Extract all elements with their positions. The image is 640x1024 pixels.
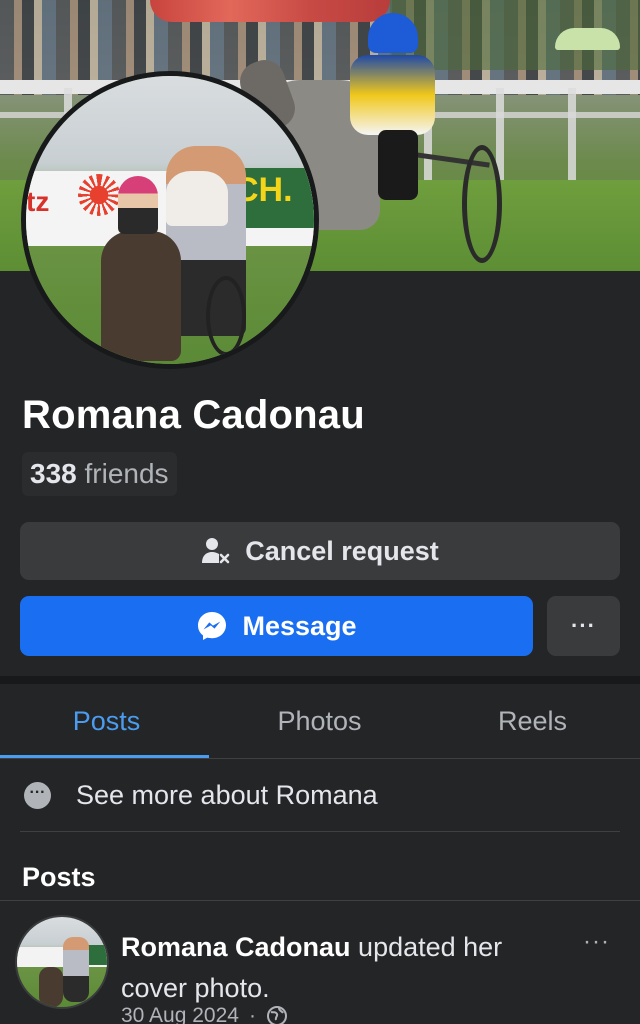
cover-green-umbrella [555, 28, 620, 50]
more-options-button[interactable]: ··· [547, 596, 620, 656]
post-more-options[interactable]: ··· [583, 928, 610, 956]
more-dots-icon: ··· [24, 781, 51, 809]
post-header-text: Romana Cadonau updated her cover photo. [121, 927, 561, 1009]
message-label: Message [242, 610, 357, 641]
profile-tabs: Posts Photos Reels [0, 684, 640, 758]
tab-photos[interactable]: Photos [213, 684, 426, 758]
post-author-name[interactable]: Romana Cadonau [121, 932, 351, 962]
messenger-icon [196, 610, 228, 642]
cover-rider [350, 55, 435, 135]
person-cancel-icon [201, 536, 231, 566]
profile-picture[interactable]: tz CH. [21, 71, 319, 369]
friends-count[interactable]: 338 friends [22, 452, 177, 496]
avatar-pony [101, 231, 181, 361]
more-options-label: ··· [571, 613, 596, 638]
tabs-divider [0, 758, 640, 759]
avatar-child [118, 176, 158, 234]
section-divider [0, 676, 640, 684]
post-meta-separator: · [248, 1004, 256, 1024]
avatar-sun-logo [78, 174, 120, 216]
cancel-request-label: Cancel request [245, 535, 439, 566]
cover-rider-legs [378, 130, 418, 200]
message-button[interactable]: Message [20, 596, 533, 656]
post-meta: 30 Aug 2024 · [121, 1004, 288, 1024]
avatar-cart-wheel [206, 276, 246, 356]
post-date[interactable]: 30 Aug 2024 [121, 1004, 239, 1024]
posts-heading: Posts [22, 862, 96, 892]
friends-label: friends [84, 458, 169, 489]
tab-reels[interactable]: Reels [426, 684, 639, 758]
cancel-request-button[interactable]: Cancel request [20, 522, 620, 580]
avatar-banner-logo: tz [26, 186, 50, 217]
friends-number: 338 [30, 458, 77, 489]
globe-icon [266, 1005, 288, 1024]
divider [20, 831, 620, 832]
avatar-bouquet [166, 171, 228, 226]
cover-umbrellas [150, 0, 390, 22]
profile-name: Romana Cadonau [22, 393, 365, 437]
cover-wheel [462, 145, 502, 263]
tab-posts[interactable]: Posts [0, 684, 213, 758]
post-author-avatar[interactable] [15, 915, 109, 1009]
see-more-about-row[interactable]: ··· See more about Romana [0, 760, 640, 830]
see-more-about-label: See more about Romana [76, 779, 378, 810]
divider [0, 900, 640, 901]
